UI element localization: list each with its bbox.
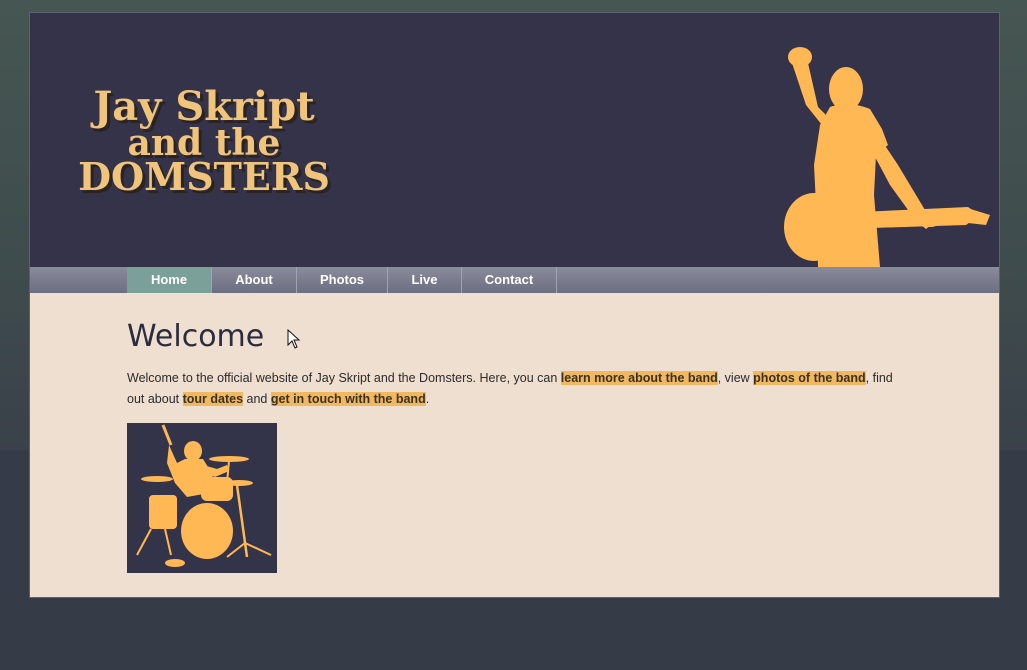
- site-header: Jay Skript Jay Skript and the and the DO…: [30, 13, 999, 267]
- nav-item-live[interactable]: Live: [388, 267, 462, 293]
- page-title: Welcome: [127, 319, 265, 354]
- page-container: Jay Skript Jay Skript and the and the DO…: [29, 12, 1000, 598]
- intro-text: and: [243, 392, 271, 406]
- photos-link[interactable]: photos of the band: [753, 371, 866, 385]
- about-link[interactable]: learn more about the band: [560, 371, 718, 385]
- nav-item-contact[interactable]: Contact: [462, 267, 557, 293]
- mouse-cursor-icon: [287, 329, 301, 349]
- nav-item-photos[interactable]: Photos: [297, 267, 388, 293]
- guitarist-silhouette: [784, 47, 990, 267]
- main-nav: Home About Photos Live Contact: [30, 267, 999, 293]
- live-link[interactable]: tour dates: [182, 392, 244, 406]
- drummer-silhouette: [127, 423, 277, 573]
- nav-item-about[interactable]: About: [212, 267, 297, 293]
- intro-text: .: [425, 392, 430, 406]
- band-logo[interactable]: Jay Skript Jay Skript and the and the DO…: [66, 83, 386, 203]
- svg-text:DOMSTERS: DOMSTERS: [78, 154, 330, 199]
- intro-text: Welcome to the official website of Jay S…: [127, 371, 561, 385]
- intro-paragraph: Welcome to the official website of Jay S…: [127, 368, 907, 410]
- contact-link[interactable]: get in touch with the band: [270, 392, 426, 406]
- intro-text: , view: [717, 371, 754, 385]
- nav-item-home[interactable]: Home: [127, 267, 212, 293]
